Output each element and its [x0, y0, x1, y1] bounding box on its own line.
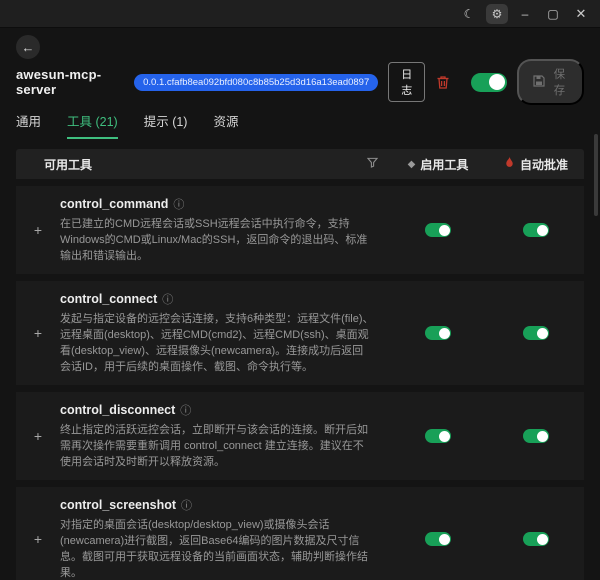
tab-tools[interactable]: 工具 (21) — [67, 111, 118, 139]
table-row: + control_command ⓘ 在已建立的CMD远程会话或SSH远程会话… — [16, 186, 584, 274]
expand-plus-icon[interactable]: + — [16, 531, 60, 547]
auto-approve-toggle[interactable] — [523, 429, 549, 443]
expand-plus-icon[interactable]: + — [16, 428, 60, 444]
expand-plus-icon[interactable]: + — [16, 325, 60, 341]
tool-description: 发起与指定设备的远控会话连接，支持6种类型：远程文件(file)、远程桌面(de… — [60, 311, 374, 375]
tab-prompts[interactable]: 提示 (1) — [144, 111, 188, 139]
tool-description: 终止指定的活跃远控会话，立即断开与该会话的连接。断开后如需再次操作需要重新调用 … — [60, 422, 374, 470]
enable-tool-toggle[interactable] — [425, 429, 451, 443]
info-icon[interactable]: ⓘ — [173, 196, 184, 212]
info-icon[interactable]: ⓘ — [180, 402, 191, 418]
info-icon[interactable]: ⓘ — [162, 291, 173, 307]
settings-page: ← awesun-mcp-server 0.0.1.cfafb8ea092bfd… — [0, 35, 600, 580]
tool-name: control_connect — [60, 292, 157, 306]
auto-approve-toggle[interactable] — [523, 326, 549, 340]
tab-resources[interactable]: 资源 — [213, 111, 238, 139]
maximize-button[interactable]: ▢ — [542, 4, 564, 24]
server-header: awesun-mcp-server 0.0.1.cfafb8ea092bfd08… — [16, 67, 584, 97]
table-row: + control_connect ⓘ 发起与指定设备的远控会话连接，支持6种类… — [16, 281, 584, 385]
auto-approve-toggle[interactable] — [523, 532, 549, 546]
tools-table: 可用工具 ◆ 启用工具 自动批准 + — [16, 149, 584, 580]
close-button[interactable]: ✕ — [570, 4, 592, 24]
tool-name: control_disconnect — [60, 403, 175, 417]
log-button[interactable]: 日志 — [388, 62, 425, 102]
enable-diamond-icon: ◆ — [408, 159, 416, 170]
enable-tool-toggle[interactable] — [425, 532, 451, 546]
tool-description: 在已建立的CMD远程会话或SSH远程会话中执行命令，支持Windows的CMD或… — [60, 216, 374, 264]
filter-icon[interactable] — [367, 157, 378, 171]
auto-approve-flame-icon — [504, 156, 515, 172]
column-auto-approve: 自动批准 — [520, 156, 568, 173]
enable-tool-toggle[interactable] — [425, 223, 451, 237]
settings-gear-icon[interactable]: ⚙ — [486, 4, 508, 24]
column-available-tools: 可用工具 — [44, 156, 367, 173]
info-icon[interactable]: ⓘ — [181, 497, 192, 513]
server-enable-toggle[interactable] — [471, 73, 507, 92]
theme-moon-icon[interactable]: ☾ — [458, 4, 480, 24]
scrollbar-thumb[interactable] — [594, 134, 598, 216]
delete-trash-icon[interactable] — [435, 73, 451, 91]
tool-name: control_command — [60, 197, 168, 211]
table-row: + control_screenshot ⓘ 对指定的桌面会话(desktop/… — [16, 487, 584, 580]
server-name: awesun-mcp-server — [16, 67, 124, 97]
minimize-button[interactable]: – — [514, 4, 536, 24]
back-button[interactable]: ← — [16, 35, 40, 59]
enable-tool-toggle[interactable] — [425, 326, 451, 340]
save-button-label: 保存 — [551, 66, 568, 98]
expand-plus-icon[interactable]: + — [16, 222, 60, 238]
app-window: ☾ ⚙ – ▢ ✕ ← awesun-mcp-server 0.0.1.cfaf… — [0, 0, 600, 580]
table-row: + control_disconnect ⓘ 终止指定的活跃远控会话，立即断开与… — [16, 392, 584, 480]
tab-bar: 通用 工具 (21) 提示 (1) 资源 — [16, 111, 584, 139]
tool-name: control_screenshot — [60, 498, 176, 512]
version-badge: 0.0.1.cfafb8ea092bfd080c8b85b25d3d16a13e… — [134, 74, 378, 91]
tab-general[interactable]: 通用 — [16, 111, 41, 139]
auto-approve-toggle[interactable] — [523, 223, 549, 237]
save-button[interactable]: 保存 — [517, 59, 584, 105]
titlebar: ☾ ⚙ – ▢ ✕ — [0, 0, 600, 28]
tool-description: 对指定的桌面会话(desktop/desktop_view)或摄像头会话(new… — [60, 517, 374, 580]
save-floppy-icon — [533, 75, 545, 90]
column-enable-tool: 启用工具 — [420, 156, 468, 173]
table-header: 可用工具 ◆ 启用工具 自动批准 — [16, 149, 584, 179]
